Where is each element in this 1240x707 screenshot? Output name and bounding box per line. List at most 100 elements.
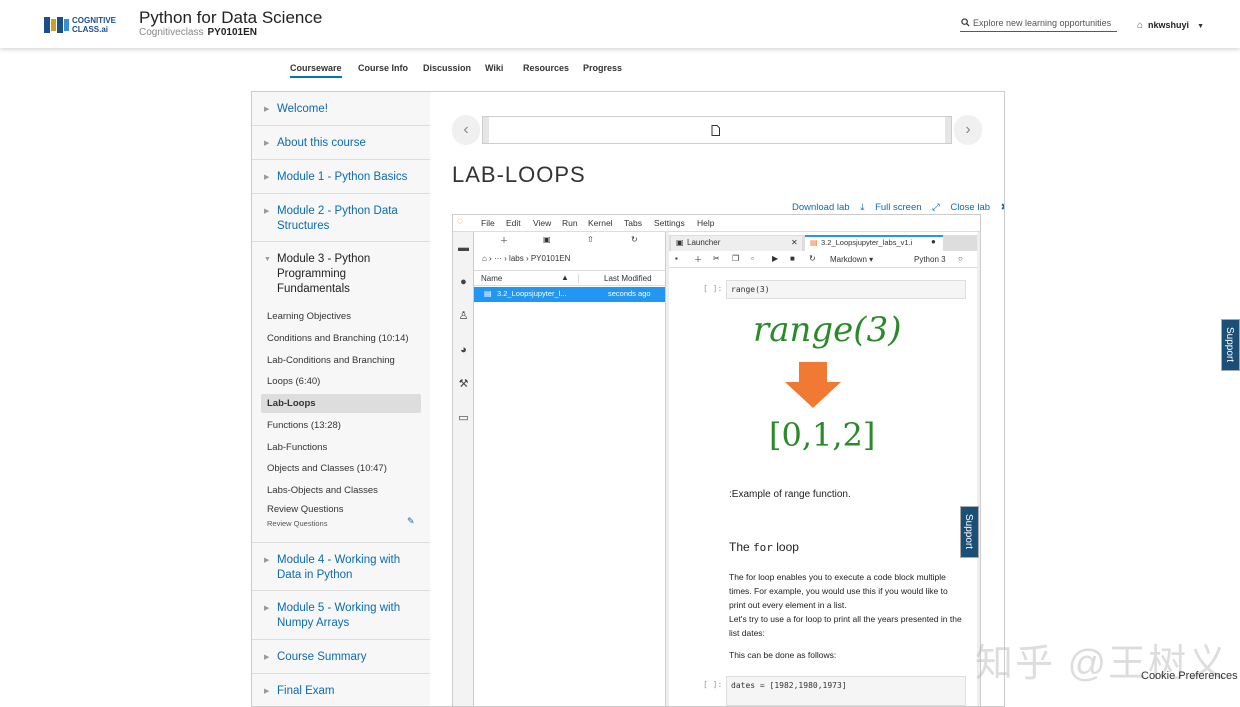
link-label: Download lab: [792, 202, 850, 213]
edit-icon[interactable]: ✎: [407, 516, 415, 527]
outline-section[interactable]: ▶ Final Exam: [252, 674, 430, 706]
tabs-icon[interactable]: ▭: [457, 412, 470, 425]
outline-section-active[interactable]: ▼ Module 3 - Python Programming Fundamen…: [252, 242, 430, 543]
unsaved-dot-icon[interactable]: ●: [931, 237, 936, 246]
chevron-right-icon: ▶: [264, 208, 270, 215]
jupyter-logo-icon: ◌: [457, 216, 463, 227]
notebook-toolbar: ▪ ＋ ✂ ❐ ▫ ▶ ■ ↻ Markdown ▾ Python 3 ○: [669, 252, 977, 268]
menu-edit[interactable]: Edit: [506, 218, 521, 228]
wrench-icon[interactable]: ⚒: [457, 378, 470, 391]
add-cell-icon[interactable]: ＋: [694, 254, 702, 265]
next-unit-button[interactable]: ›: [954, 115, 982, 145]
subsection-item[interactable]: Conditions and Branching (10:14): [261, 329, 421, 348]
close-icon[interactable]: ✕: [791, 238, 798, 247]
chevron-left-icon: ‹: [463, 121, 469, 138]
cookie-preferences-link[interactable]: Cookie Preferences: [1141, 670, 1238, 682]
refresh-icon[interactable]: ↻: [631, 235, 638, 244]
notebook-panel: ▣ Launcher ✕ ▤ 3.2_Loopsjupyter_labs_v1.…: [669, 232, 977, 706]
search-icon: [961, 18, 970, 27]
upload-icon[interactable]: ⇧: [587, 235, 594, 244]
tab-wiki[interactable]: Wiki: [485, 63, 503, 73]
new-folder-icon[interactable]: ▣: [543, 235, 551, 244]
support-tab-inner[interactable]: Support: [960, 506, 979, 558]
cognitive-class-logo[interactable]: COGNITIVE CLASS.ai: [44, 14, 124, 36]
markdown-paragraph: Let's try to use a for loop to print all…: [729, 614, 962, 638]
download-lab-link[interactable]: Download lab ⤓: [792, 202, 864, 213]
subsection-item[interactable]: Lab-Functions: [261, 438, 421, 457]
course-title: Python for Data Science: [139, 8, 323, 27]
column-last-modified[interactable]: Last Modified: [578, 274, 652, 283]
outline-section[interactable]: ▶ Course Summary: [252, 640, 430, 674]
support-tab[interactable]: Support: [1221, 319, 1240, 371]
copy-icon[interactable]: ❐: [732, 254, 739, 263]
tab-discussion[interactable]: Discussion: [423, 63, 471, 73]
save-icon[interactable]: ▪: [675, 254, 678, 263]
code-cell[interactable]: range(3): [726, 280, 966, 299]
close-lab-link[interactable]: Close lab ✖: [950, 202, 1004, 213]
previous-unit-button[interactable]: ‹: [452, 115, 480, 145]
tab-notebook-active[interactable]: ▤ 3.2_Loopsjupyter_labs_v1.i ●: [805, 235, 943, 251]
tab-courseware[interactable]: Courseware: [290, 63, 342, 78]
code-cell[interactable]: dates = [1982,1980,1973]: [726, 676, 966, 706]
tab-launcher[interactable]: ▣ Launcher ✕: [671, 236, 802, 251]
menu-tabs[interactable]: Tabs: [624, 218, 642, 228]
menu-file[interactable]: File: [481, 218, 495, 228]
kernel-name[interactable]: Python 3: [914, 255, 946, 264]
file-name: 3.2_Loopsjupyter_l...: [497, 289, 567, 298]
outline-section[interactable]: ▶ Welcome!: [252, 92, 430, 126]
file-browser: ＋ ▣ ⇧ ↻ ⌂ › ··· › labs › PY0101EN Name ▲…: [474, 232, 666, 706]
link-label: Close lab: [950, 202, 991, 213]
tab-progress[interactable]: Progress: [583, 63, 622, 73]
document-icon[interactable]: [711, 125, 720, 136]
sequence-edge: [945, 117, 951, 143]
paste-icon[interactable]: ▫: [751, 254, 754, 263]
chevron-right-icon: ▶: [264, 557, 270, 564]
search-input[interactable]: Explore new learning opportunities: [960, 14, 1117, 32]
section-label: About this course: [277, 137, 366, 149]
section-label: Final Exam: [277, 685, 335, 697]
user-menu[interactable]: ⌂ nkwshuyi ▼: [1137, 20, 1204, 31]
outline-section[interactable]: ▶ About this course: [252, 126, 430, 160]
outline-section[interactable]: ▶ Module 4 - Working with Data in Python: [252, 543, 430, 591]
subsection-item[interactable]: Functions (13:28): [261, 416, 421, 435]
cell-type-select[interactable]: Markdown ▾: [830, 255, 873, 264]
subsection-item-active[interactable]: Lab-Loops: [261, 394, 421, 413]
subsection-item[interactable]: Objects and Classes (10:47): [261, 459, 421, 478]
notebook-tab-bar: ▣ Launcher ✕ ▤ 3.2_Loopsjupyter_labs_v1.…: [669, 235, 977, 251]
run-icon[interactable]: ▶: [772, 254, 778, 263]
markdown-paragraph: The for loop enables you to execute a co…: [729, 572, 948, 610]
subsection-item[interactable]: Learning Objectives: [261, 307, 421, 326]
outline-section[interactable]: ▶ Module 5 - Working with Numpy Arrays: [252, 591, 430, 640]
file-modified: seconds ago: [608, 289, 651, 298]
sequence-nav: ‹ ›: [452, 115, 982, 145]
outline-section[interactable]: ▶ Module 2 - Python Data Structures: [252, 194, 430, 242]
menu-view[interactable]: View: [533, 218, 551, 228]
outline-section[interactable]: ▶ Module 1 - Python Basics: [252, 160, 430, 194]
subsection-item[interactable]: Loops (6:40): [261, 372, 421, 391]
folder-icon[interactable]: ▬: [457, 242, 470, 255]
menu-kernel[interactable]: Kernel: [588, 218, 613, 228]
cell-prompt: [ ]:: [703, 284, 723, 293]
tab-label: 3.2_Loopsjupyter_labs_v1.i: [821, 238, 913, 247]
cut-icon[interactable]: ✂: [713, 254, 720, 263]
running-icon[interactable]: ♙: [457, 310, 470, 323]
file-row-selected[interactable]: ▤ 3.2_Loopsjupyter_l... seconds ago: [474, 287, 665, 302]
subsection-item[interactable]: Lab-Conditions and Branching: [261, 351, 421, 370]
tab-resources[interactable]: Resources: [523, 63, 569, 73]
logo-text: COGNITIVE CLASS.ai: [72, 16, 117, 34]
column-name[interactable]: Name: [481, 274, 502, 283]
menu-help[interactable]: Help: [697, 218, 714, 228]
menu-settings[interactable]: Settings: [654, 218, 685, 228]
menu-run[interactable]: Run: [562, 218, 578, 228]
full-screen-link[interactable]: Full screen ⤢: [875, 202, 940, 213]
sort-icon[interactable]: ▲: [561, 273, 569, 282]
home-icon[interactable]: ⌂ › ··· ›: [482, 254, 509, 263]
stop-icon[interactable]: ■: [790, 254, 795, 263]
restart-icon[interactable]: ↻: [809, 254, 816, 263]
github-icon[interactable]: ●: [457, 276, 470, 289]
new-launcher-icon[interactable]: ＋: [500, 235, 508, 246]
palette-icon[interactable]: ◕: [457, 344, 470, 357]
subsection-item[interactable]: Labs-Objects and Classes: [261, 481, 421, 500]
breadcrumb-path[interactable]: labs › PY0101EN: [509, 254, 570, 263]
tab-course-info[interactable]: Course Info: [358, 63, 408, 73]
